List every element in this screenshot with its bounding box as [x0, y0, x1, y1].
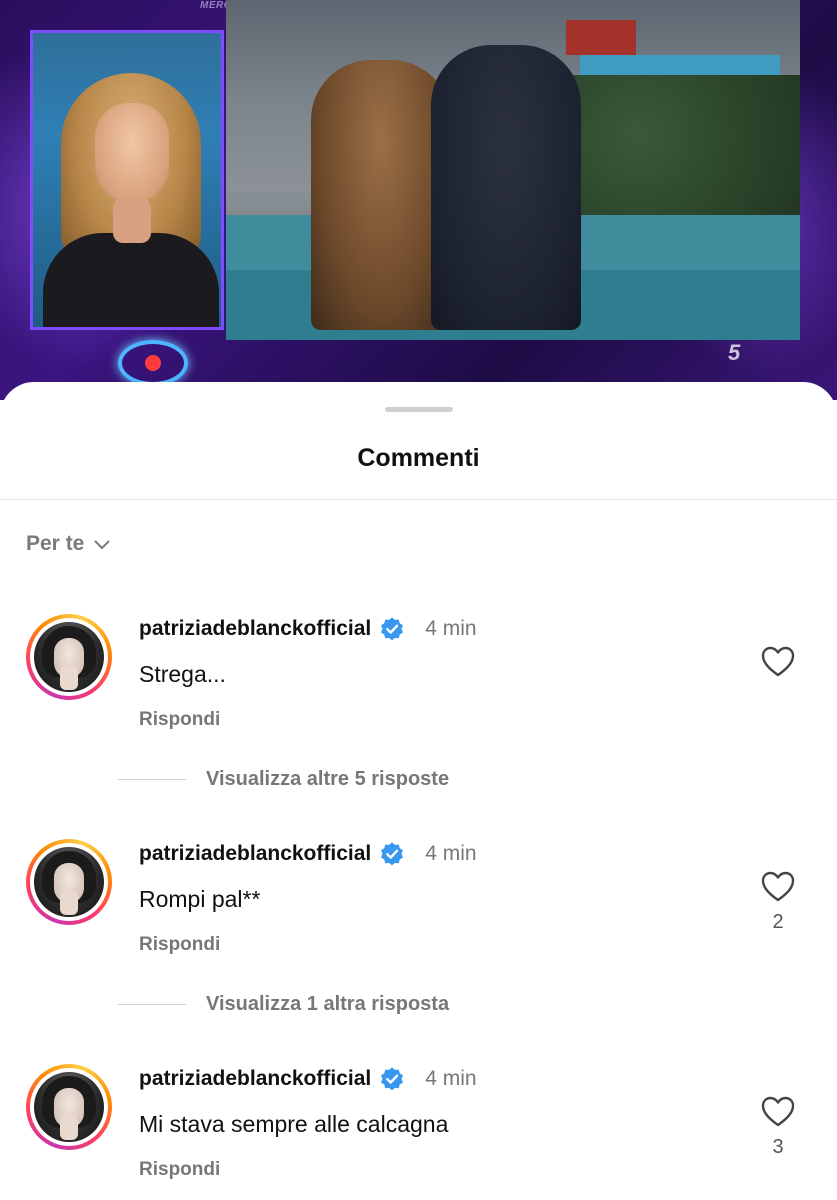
comment-username[interactable]: patriziadeblanckofficial	[139, 1067, 371, 1091]
like-count: 2	[772, 911, 784, 933]
view-more-replies[interactable]: Visualizza altre 5 risposte	[118, 768, 449, 791]
comment-text: Rompi pal**	[139, 886, 261, 912]
video-scene	[226, 0, 800, 340]
verified-badge-icon	[379, 1066, 405, 1092]
comment-text: Mi stava sempre alle calcagna	[139, 1111, 449, 1137]
avatar[interactable]	[26, 1064, 112, 1150]
heart-icon	[761, 871, 795, 902]
reply-button[interactable]: Rispondi	[139, 709, 220, 731]
like-button[interactable]	[760, 646, 796, 686]
view-more-replies[interactable]: Visualizza 1 altra risposta	[118, 993, 449, 1016]
comment-username[interactable]: patriziadeblanckofficial	[139, 617, 371, 641]
host-inset-frame	[30, 30, 224, 330]
verified-badge-icon	[379, 616, 405, 642]
comment-time: 4 min	[425, 842, 477, 865]
reply-button[interactable]: Rispondi	[139, 1159, 220, 1181]
sort-dropdown[interactable]: Per te	[26, 532, 112, 556]
video-player[interactable]: MERCOLEDÌ IN PRIMA SERATA 5	[0, 0, 837, 400]
sheet-title: Commenti	[357, 444, 480, 472]
comment-time: 4 min	[425, 1067, 477, 1090]
avatar[interactable]	[26, 839, 112, 925]
comment-time: 4 min	[425, 617, 477, 640]
comment-item: patriziadeblanckofficial 4 min Rompi pal…	[0, 839, 837, 989]
comment-username[interactable]: patriziadeblanckofficial	[139, 842, 371, 866]
drag-handle[interactable]	[385, 407, 453, 412]
comment-item: patriziadeblanckofficial 4 min Strega...…	[0, 614, 837, 764]
channel-logo: 5	[728, 340, 741, 365]
verified-badge-icon	[379, 841, 405, 867]
view-more-replies-label: Visualizza 1 altra risposta	[206, 993, 450, 1015]
divider	[0, 499, 837, 500]
like-button[interactable]: 3	[760, 1096, 796, 1159]
like-button[interactable]: 2	[760, 871, 796, 934]
like-count: 3	[772, 1136, 784, 1158]
avatar[interactable]	[26, 614, 112, 700]
comments-sheet: Commenti Per te patriziadeblanckofficial…	[0, 382, 837, 1200]
view-more-replies-label: Visualizza altre 5 risposte	[206, 768, 450, 790]
heart-icon	[761, 1096, 795, 1127]
show-logo-icon	[118, 340, 188, 386]
heart-icon	[761, 646, 795, 677]
chevron-down-icon	[94, 540, 111, 550]
comment-text: Strega...	[139, 661, 226, 687]
comment-item: patriziadeblanckofficial 4 min Mi stava …	[0, 1064, 837, 1200]
sort-label: Per te	[26, 532, 85, 555]
reply-button[interactable]: Rispondi	[139, 934, 220, 956]
